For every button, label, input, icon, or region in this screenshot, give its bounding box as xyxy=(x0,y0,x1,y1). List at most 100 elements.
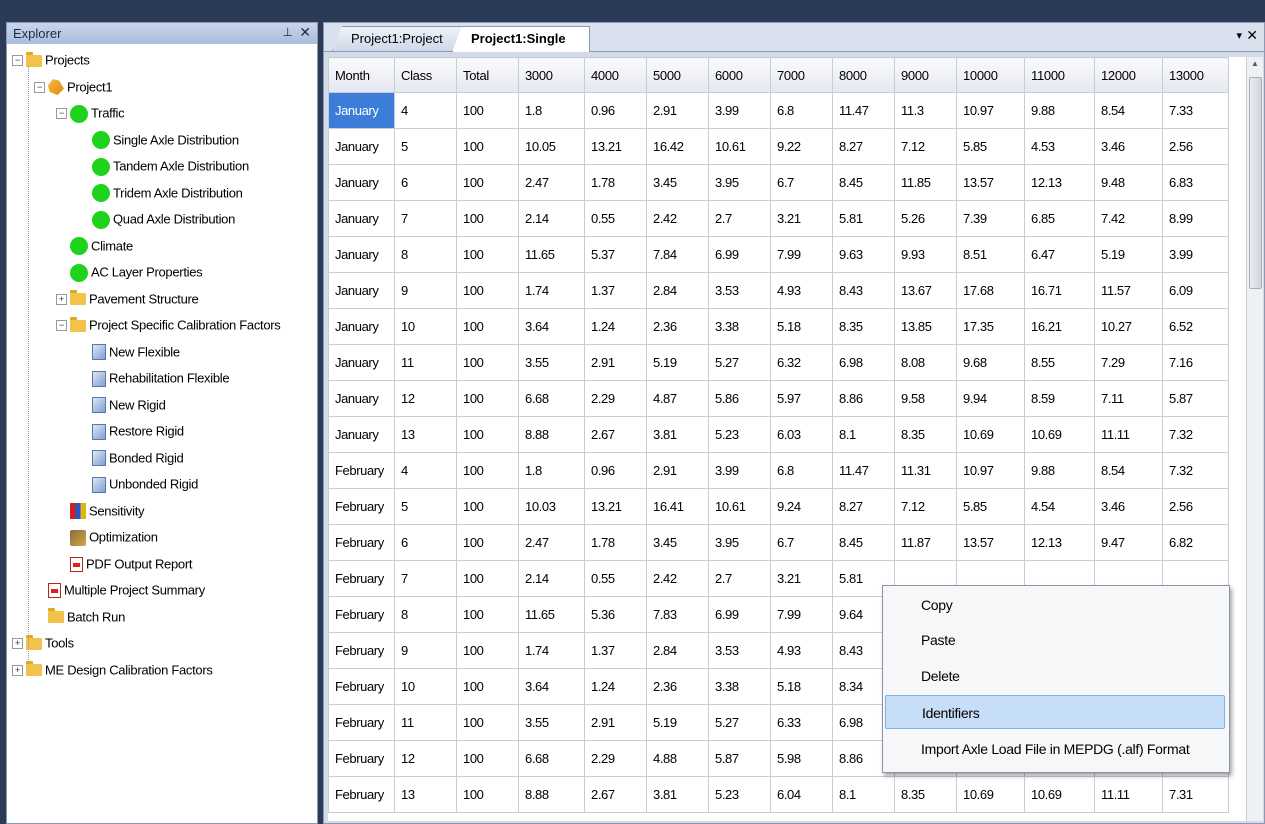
table-cell[interactable]: 10.03 xyxy=(518,488,585,525)
table-cell[interactable]: 9.47 xyxy=(1094,524,1163,561)
tree-item[interactable]: Optimization xyxy=(56,525,158,549)
table-cell[interactable]: 3.64 xyxy=(518,308,585,345)
table-cell[interactable]: 3.81 xyxy=(646,776,709,813)
column-header[interactable]: 5000 xyxy=(646,57,709,93)
table-cell[interactable]: 11.47 xyxy=(832,452,895,489)
table-cell[interactable]: 5.97 xyxy=(770,380,833,417)
table-cell[interactable]: 7.32 xyxy=(1162,416,1229,453)
table-cell[interactable]: 3.95 xyxy=(708,164,771,201)
table-cell[interactable]: 7.32 xyxy=(1162,452,1229,489)
table-cell[interactable]: 9.88 xyxy=(1024,452,1095,489)
table-cell[interactable]: 3.64 xyxy=(518,668,585,705)
table-row[interactable]: February 5 100 10.03 13.21 16.41 10.61 9.24 8.27… xyxy=(328,488,1229,525)
table-cell[interactable]: 11.11 xyxy=(1094,776,1163,813)
table-cell[interactable]: January xyxy=(328,92,395,129)
table-cell[interactable]: 7.12 xyxy=(894,128,957,165)
table-cell[interactable]: 0.55 xyxy=(584,200,647,237)
tree-item[interactable]: − Project1 xyxy=(34,75,113,99)
table-cell[interactable]: 1.8 xyxy=(518,92,585,129)
table-cell[interactable]: 7.16 xyxy=(1162,344,1229,381)
table-cell[interactable]: 7.29 xyxy=(1094,344,1163,381)
table-cell[interactable]: 2.29 xyxy=(584,380,647,417)
table-cell[interactable]: 8.43 xyxy=(832,272,895,309)
tree-item[interactable]: Single Axle Distribution xyxy=(78,128,239,152)
vertical-scrollbar[interactable]: ▲ xyxy=(1246,57,1263,821)
table-cell[interactable]: January xyxy=(328,272,395,309)
table-cell[interactable]: 7.83 xyxy=(646,596,709,633)
table-cell[interactable]: 6.47 xyxy=(1024,236,1095,273)
table-cell[interactable]: 3.99 xyxy=(708,452,771,489)
table-cell[interactable]: 100 xyxy=(456,128,519,165)
table-cell[interactable]: 7.11 xyxy=(1094,380,1163,417)
table-cell[interactable]: 2.84 xyxy=(646,272,709,309)
table-cell[interactable]: 5.87 xyxy=(708,740,771,777)
tree-item[interactable]: PDF Output Report xyxy=(56,552,192,576)
table-cell[interactable]: 2.91 xyxy=(584,344,647,381)
table-cell[interactable]: 2.56 xyxy=(1162,128,1229,165)
table-cell[interactable]: 1.24 xyxy=(584,308,647,345)
expand-icon[interactable]: + xyxy=(12,664,23,676)
table-cell[interactable]: 2.7 xyxy=(708,560,771,597)
table-cell[interactable]: January xyxy=(328,344,395,381)
table-cell[interactable]: 2.14 xyxy=(518,560,585,597)
table-cell[interactable]: January xyxy=(328,128,395,165)
table-cell[interactable]: 6.99 xyxy=(708,596,771,633)
table-row[interactable]: January 7 100 2.14 0.55 2.42 2.7 3.21 5.81 5.26 7.… xyxy=(328,200,1229,237)
table-cell[interactable]: 16.21 xyxy=(1024,308,1095,345)
table-cell[interactable]: 1.74 xyxy=(518,272,585,309)
tree-item[interactable]: New Flexible xyxy=(78,340,180,364)
table-cell[interactable]: 3.99 xyxy=(708,92,771,129)
tab-project1-single[interactable]: Project1:Single xyxy=(452,26,590,52)
table-cell[interactable]: 2.42 xyxy=(646,560,709,597)
table-cell[interactable]: 10 xyxy=(394,308,457,345)
table-cell[interactable]: 100 xyxy=(456,236,519,273)
table-cell[interactable]: 8.35 xyxy=(832,308,895,345)
table-cell[interactable]: January xyxy=(328,200,395,237)
table-cell[interactable]: 10.97 xyxy=(956,92,1025,129)
table-cell[interactable]: 8.86 xyxy=(832,380,895,417)
menu-item-copy[interactable]: Copy xyxy=(885,588,1225,622)
table-cell[interactable]: 3.38 xyxy=(708,668,771,705)
table-cell[interactable]: 5.19 xyxy=(646,344,709,381)
table-row[interactable]: February 13 100 8.88 2.67 3.81 5.23 6.04 8.1 8.35… xyxy=(328,776,1229,813)
table-cell[interactable]: 5.19 xyxy=(1094,236,1163,273)
table-cell[interactable]: 13.21 xyxy=(584,488,647,525)
table-cell[interactable]: 11.47 xyxy=(832,92,895,129)
table-cell[interactable]: 2.91 xyxy=(646,92,709,129)
table-cell[interactable]: 9 xyxy=(394,632,457,669)
tree-item[interactable]: Unbonded Rigid xyxy=(78,472,198,496)
table-cell[interactable]: 1.37 xyxy=(584,272,647,309)
table-cell[interactable]: 16.71 xyxy=(1024,272,1095,309)
table-cell[interactable]: 3.95 xyxy=(708,524,771,561)
table-cell[interactable]: 100 xyxy=(456,632,519,669)
tree-item[interactable]: Bonded Rigid xyxy=(78,446,184,470)
table-cell[interactable]: 3.45 xyxy=(646,524,709,561)
table-cell[interactable]: 5.18 xyxy=(770,668,833,705)
table-cell[interactable]: 11 xyxy=(394,704,457,741)
chevron-down-icon[interactable]: ▾ xyxy=(1236,29,1242,42)
table-row[interactable]: January 9 100 1.74 1.37 2.84 3.53 4.93 8.43 13.67… xyxy=(328,272,1229,309)
table-cell[interactable]: 100 xyxy=(456,200,519,237)
column-header[interactable]: 7000 xyxy=(770,57,833,93)
table-cell[interactable]: 10.27 xyxy=(1094,308,1163,345)
table-cell[interactable]: 6.85 xyxy=(1024,200,1095,237)
table-cell[interactable]: 8.51 xyxy=(956,236,1025,273)
column-header[interactable]: 3000 xyxy=(518,57,585,93)
table-cell[interactable]: 7.84 xyxy=(646,236,709,273)
table-cell[interactable]: 100 xyxy=(456,164,519,201)
table-cell[interactable]: February xyxy=(328,596,395,633)
table-cell[interactable]: 13.57 xyxy=(956,164,1025,201)
table-cell[interactable]: 6.8 xyxy=(770,92,833,129)
table-cell[interactable]: 13.21 xyxy=(584,128,647,165)
table-cell[interactable]: 100 xyxy=(456,272,519,309)
table-cell[interactable]: 6.82 xyxy=(1162,524,1229,561)
table-cell[interactable]: 100 xyxy=(456,344,519,381)
table-cell[interactable]: 1.24 xyxy=(584,668,647,705)
table-cell[interactable]: 9.24 xyxy=(770,488,833,525)
table-cell[interactable]: 3.55 xyxy=(518,704,585,741)
table-cell[interactable]: 10.05 xyxy=(518,128,585,165)
table-cell[interactable]: 6.7 xyxy=(770,164,833,201)
table-cell[interactable]: 8.59 xyxy=(1024,380,1095,417)
table-cell[interactable]: 2.36 xyxy=(646,668,709,705)
table-cell[interactable]: 100 xyxy=(456,488,519,525)
